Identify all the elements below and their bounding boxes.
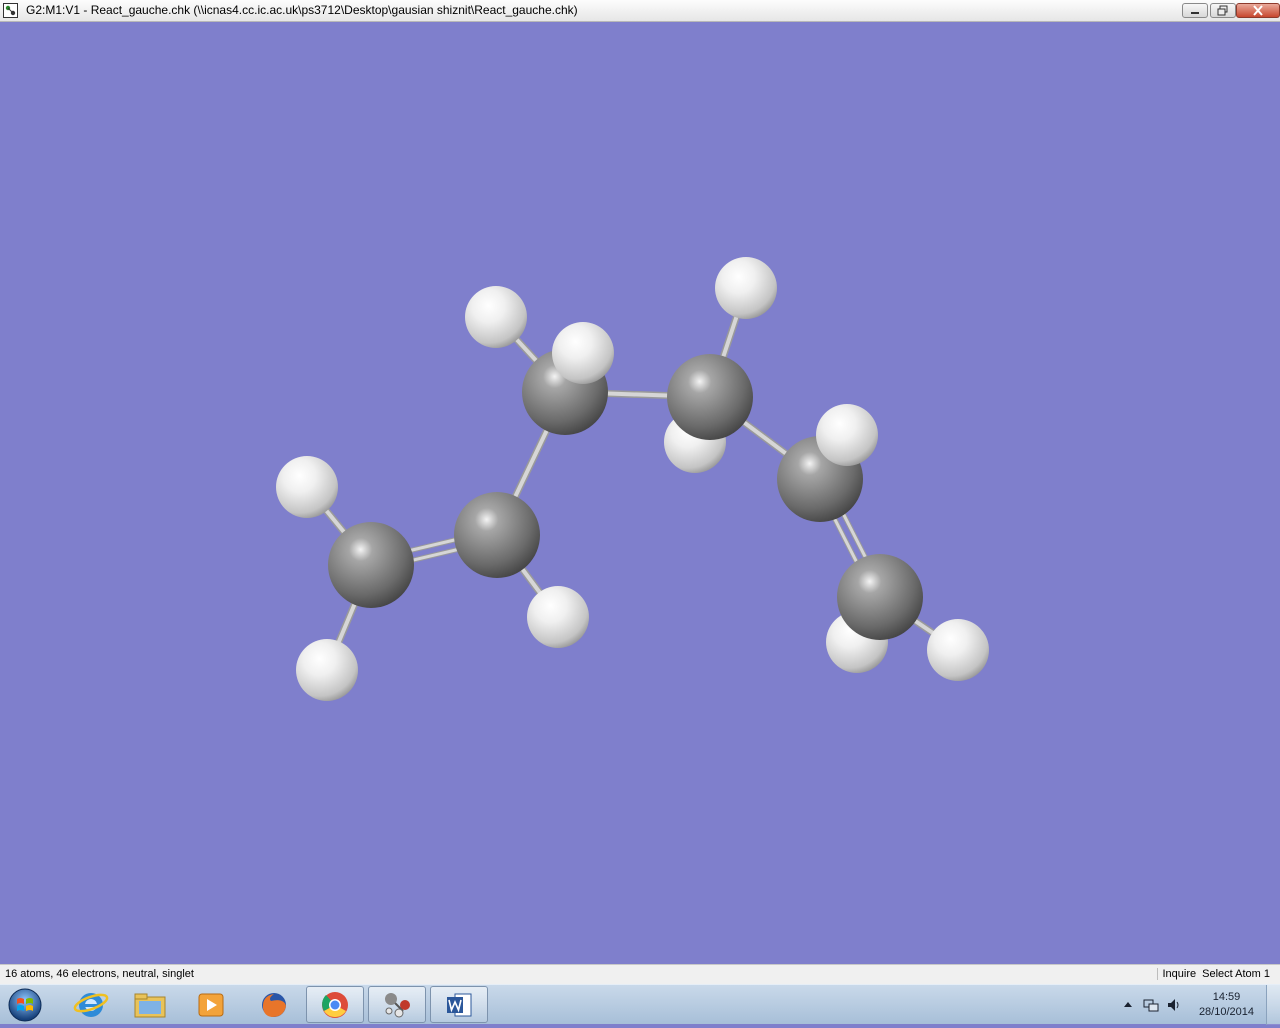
- window-title-bar[interactable]: G2:M1:V1 - React_gauche.chk (\\icnas4.cc…: [0, 0, 1280, 22]
- mode-indicator: Inquire: [1157, 968, 1200, 980]
- hydrogen-atom-h3[interactable]: [527, 586, 589, 648]
- chrome-icon: [322, 992, 348, 1018]
- close-button[interactable]: [1236, 3, 1280, 18]
- hydrogen-atom-h10[interactable]: [927, 619, 989, 681]
- app-icon[interactable]: [3, 3, 18, 18]
- taskbar-item-gaussview[interactable]: [368, 986, 426, 1023]
- file-explorer-icon: [134, 993, 166, 1018]
- carbon-atom-c2[interactable]: [454, 492, 540, 578]
- restore-button[interactable]: [1210, 3, 1236, 18]
- minimize-button[interactable]: [1182, 3, 1208, 18]
- clock-time: 14:59: [1212, 991, 1241, 1003]
- hydrogen-atom-h5[interactable]: [552, 322, 614, 384]
- molecule-info: 16 atoms, 46 electrons, neutral, singlet: [5, 968, 194, 980]
- system-tray: 14:59 28/10/2014: [1110, 985, 1280, 1025]
- taskbar-item-media-player[interactable]: [182, 986, 240, 1023]
- molecule-canvas[interactable]: [0, 22, 1280, 964]
- word-icon: [447, 993, 472, 1017]
- network-icon[interactable]: [1143, 997, 1159, 1013]
- minimize-icon: [1191, 12, 1199, 14]
- hydrogen-atom-h6[interactable]: [715, 257, 777, 319]
- taskbar-item-chrome[interactable]: [306, 986, 364, 1023]
- taskbar-clock[interactable]: 14:59 28/10/2014: [1199, 990, 1254, 1020]
- hydrogen-atom-h2[interactable]: [296, 639, 358, 701]
- carbon-atom-c6[interactable]: [837, 554, 923, 640]
- start-button[interactable]: [5, 987, 45, 1023]
- firefox-icon: [262, 993, 286, 1017]
- hydrogen-atom-h8[interactable]: [816, 404, 878, 466]
- media-player-icon: [198, 993, 224, 1017]
- carbon-atom-c4[interactable]: [667, 354, 753, 440]
- molecule-viewport[interactable]: [0, 22, 1280, 964]
- taskbar-item-internet-explorer[interactable]: [62, 986, 120, 1023]
- window-title: G2:M1:V1 - React_gauche.chk (\\icnas4.cc…: [26, 3, 578, 17]
- show-hidden-icons-icon[interactable]: [1120, 997, 1136, 1013]
- show-desktop-button[interactable]: [1266, 985, 1280, 1025]
- internet-explorer-icon: [73, 993, 109, 1017]
- close-icon: [1253, 5, 1263, 16]
- selection-indicator: Select Atom 1: [1202, 968, 1270, 980]
- restore-icon: [1217, 5, 1228, 16]
- hydrogen-atom-h4[interactable]: [465, 286, 527, 348]
- taskbar-item-firefox[interactable]: [244, 986, 302, 1023]
- volume-icon[interactable]: [1166, 997, 1182, 1013]
- taskbar-item-word[interactable]: [430, 986, 488, 1023]
- clock-date: 28/10/2014: [1198, 1006, 1254, 1018]
- gaussview-icon: [385, 993, 410, 1018]
- taskbar-item-file-explorer[interactable]: [121, 986, 179, 1023]
- hydrogen-atom-h1[interactable]: [276, 456, 338, 518]
- carbon-atom-c1[interactable]: [328, 522, 414, 608]
- windows-taskbar: 14:59 28/10/2014: [0, 984, 1280, 1025]
- status-bar: 16 atoms, 46 electrons, neutral, singlet…: [0, 964, 1280, 984]
